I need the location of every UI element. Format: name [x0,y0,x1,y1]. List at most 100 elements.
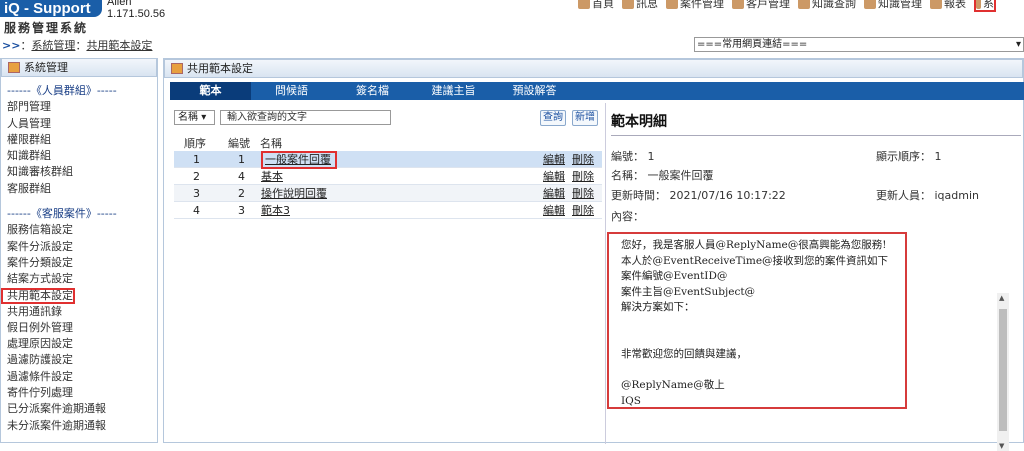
cell-order: 3 [174,184,222,202]
nav-customer[interactable]: 客戶管理 [732,0,790,10]
sidebar-item[interactable]: 案件分類設定 [7,255,157,271]
search-field-value: 名稱 [178,112,198,123]
sidebar-item[interactable]: 權限群組 [7,132,157,148]
scroll-thumb[interactable] [999,309,1007,431]
nav-case[interactable]: 案件管理 [666,0,724,10]
col-order: 順序 [184,137,206,150]
col-name: 名稱 [260,137,282,150]
sidebar-item[interactable]: 知識審核群組 [7,164,157,180]
table-row[interactable]: 1 1 一般案件回覆 編輯 刪除 [174,151,602,169]
sidebar-item[interactable]: 客服群組 [7,181,157,197]
tab-greeting[interactable]: 問候語 [251,82,332,100]
sidebar-item[interactable]: 寄件佇列處理 [7,385,157,401]
settings-icon [976,0,981,9]
template-name-link[interactable]: 一般案件回覆 [261,151,337,169]
report-icon [930,0,942,9]
query-button[interactable]: 查詢 [540,110,566,126]
scroll-down-icon[interactable]: ▼ [999,442,1004,450]
detail-name: 名稱： 一般案件回覆 [611,169,714,182]
nav-label: 客戶管理 [746,0,790,10]
sidebar-item[interactable]: 案件分派設定 [7,239,157,255]
template-name-link[interactable]: 範本3 [258,201,543,219]
sidebar-item-shared-template[interactable]: 共用範本設定 [1,287,75,304]
sidebar-item[interactable]: 過濾防護設定 [7,352,157,368]
cell-ops: 編輯 刪除 [543,201,602,219]
detail-divider [611,135,1021,136]
sidebar-item[interactable]: 未分派案件逾期通報 [7,418,157,434]
system-title: 服務管理系統 [4,21,89,35]
panel-title: 共用範本設定 [187,62,253,75]
delete-link[interactable]: 刪除 [572,153,594,166]
delete-link[interactable]: 刪除 [572,187,594,200]
folder-icon [8,62,20,73]
table-row[interactable]: 2 4 基本 編輯 刪除 [174,167,602,185]
cell-id: 1 [222,151,258,168]
col-ops [543,135,602,151]
sidebar-item[interactable]: 假日例外管理 [7,320,157,336]
table-row[interactable]: 4 3 範本3 編輯 刪除 [174,201,602,219]
edit-link[interactable]: 編輯 [543,187,565,200]
sidebar-title: 系統管理 [24,61,68,74]
group-heading-cases: ------《客服案件》----- [7,207,117,221]
edit-link[interactable]: 編輯 [543,170,565,183]
table-header: 順序 編號 名稱 [174,135,602,151]
template-detail: 範本明細 編號： 1 顯示順序： 1 名稱： 一般案件回覆 更新時間： 2021… [607,103,1021,451]
sidebar-item[interactable]: 過濾條件設定 [7,369,157,385]
scroll-up-icon[interactable]: ▲ [999,294,1004,302]
tab-subject[interactable]: 建議主旨 [413,82,494,100]
nav-report[interactable]: 報表 [930,0,966,10]
edit-link[interactable]: 編輯 [543,204,565,217]
main-panel: 共用範本設定 範本 問候語 簽名檔 建議主旨 預設解答 名稱 ▾ 輸入欲查詢的文… [163,58,1024,451]
version-label: 1.171.50.56 [107,8,166,20]
tab-default-answer[interactable]: 預設解答 [494,82,575,100]
group-heading-personnel: ------《人員群組》----- [7,84,117,97]
nav-label: 案件管理 [680,0,724,10]
nav-system[interactable]: 系 [974,0,996,12]
nav-home[interactable]: 首頁 [578,0,614,10]
cell-ops: 編輯 刪除 [543,184,602,202]
user-name: Allen [107,0,132,8]
quick-links-select[interactable]: ===常用網頁連結=== ▾ [694,37,1024,52]
tab-bar: 範本 問候語 簽名檔 建議主旨 預設解答 [170,82,1024,100]
search-input[interactable]: 輸入欲查詢的文字 [220,110,391,125]
sidebar-item[interactable]: 部門管理 [7,99,157,115]
sidebar-item[interactable]: 人員管理 [7,116,157,132]
panel-header: 共用範本設定 [164,59,1023,78]
home-icon [578,0,590,9]
message-icon [622,0,634,9]
sidebar-menu: ------《人員群組》----- 部門管理 人員管理 權限群組 知識群組 知識… [1,77,157,434]
breadcrumb-divider: ： [75,39,87,52]
breadcrumb-sep: ： [20,39,32,52]
nav-knowledge[interactable]: 知識查詢 [798,0,856,10]
nav-message[interactable]: 訊息 [622,0,658,10]
sidebar-item[interactable]: 知識群組 [7,148,157,164]
panel-divider [605,103,606,444]
top-nav: 首頁 訊息 案件管理 客戶管理 知識查詢 知識管理 報表 系 [578,0,1024,12]
sidebar-item[interactable]: 處理原因設定 [7,336,157,352]
add-button[interactable]: 新增 [572,110,598,126]
content-scrollbar[interactable]: ▲ ▼ [997,293,1009,451]
sidebar-item[interactable]: 服務信箱設定 [7,222,157,238]
nav-label: 報表 [944,0,966,10]
detail-id: 編號： 1 [611,150,655,163]
edit-link[interactable]: 編輯 [543,153,565,166]
cell-name[interactable]: 一般案件回覆 [258,151,543,169]
template-table: 順序 編號 名稱 1 1 一般案件回覆 編輯 刪除 2 4 基本 編輯 刪除 3 2… [174,135,602,219]
template-name-link[interactable]: 操作說明回覆 [258,184,543,202]
tab-template[interactable]: 範本 [170,82,251,100]
breadcrumb-current[interactable]: 共用範本設定 [86,39,152,52]
breadcrumb-system[interactable]: 系統管理 [31,39,75,52]
delete-link[interactable]: 刪除 [572,170,594,183]
sidebar-item[interactable]: 結案方式設定 [7,271,157,287]
tab-signature[interactable]: 簽名檔 [332,82,413,100]
template-name-link[interactable]: 基本 [258,167,543,185]
sidebar-item[interactable]: 共用通訊錄 [7,304,157,320]
sidebar-item[interactable]: 已分派案件逾期通報 [7,401,157,417]
nav-knowledge-manage[interactable]: 知識管理 [864,0,922,10]
delete-link[interactable]: 刪除 [572,204,594,217]
template-content[interactable]: 您好，我是客服人員@ReplyName@很高興能為您服務! 本人於@EventR… [607,232,907,409]
table-row[interactable]: 3 2 操作說明回覆 編輯 刪除 [174,184,602,202]
search-field-select[interactable]: 名稱 ▾ [174,110,215,125]
top-header: iQ - Support Allen 1.171.50.56 服務管理系統 首頁… [0,0,1024,36]
